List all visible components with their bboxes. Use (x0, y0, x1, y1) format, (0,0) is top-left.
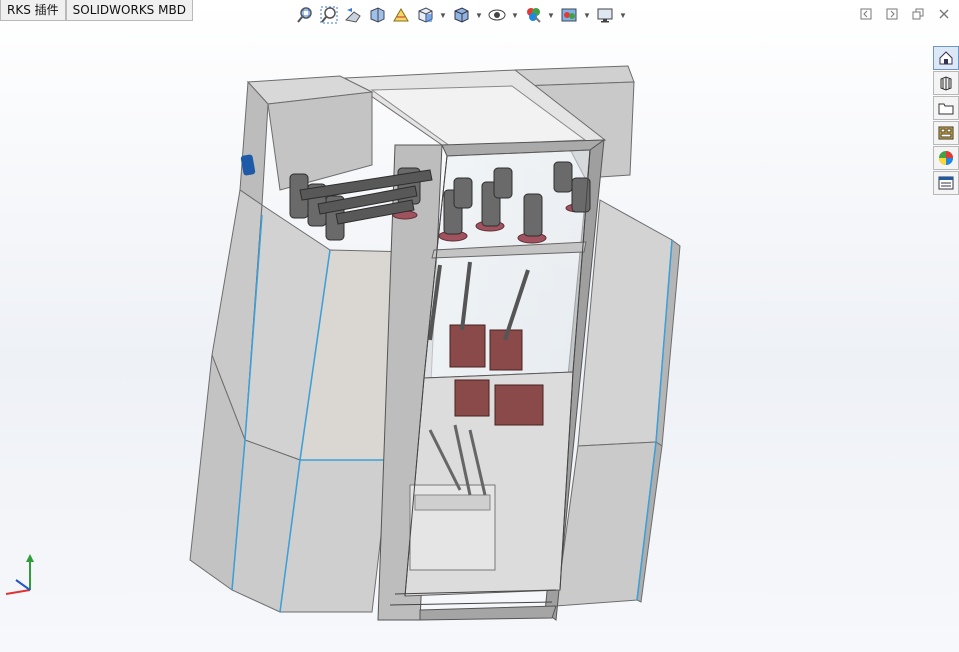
reference-triad (5, 554, 34, 595)
triad-x-axis (5, 589, 31, 595)
triad-z-axis (15, 579, 31, 591)
triad-y-arrow-icon (26, 554, 34, 562)
switchgear-cabinet-model[interactable] (0, 0, 959, 652)
